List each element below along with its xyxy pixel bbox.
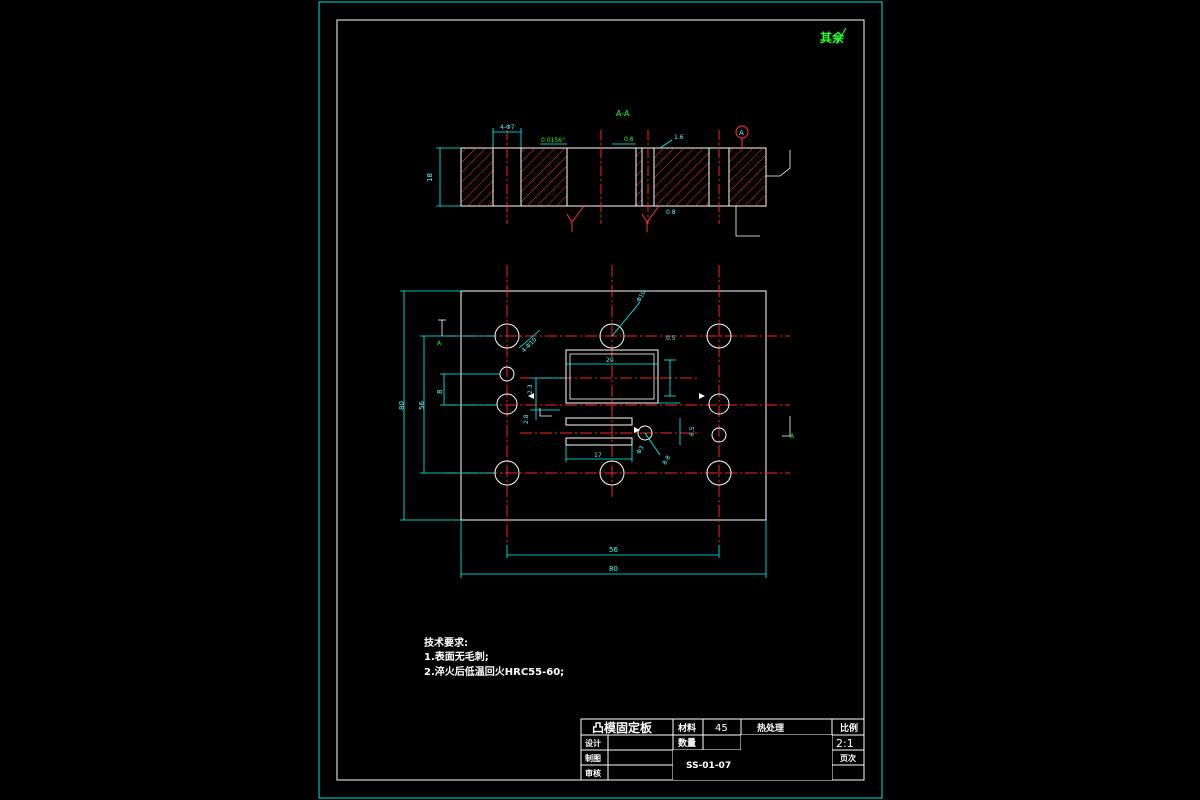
drawing-number: SS-01-07 (686, 761, 731, 771)
dim-v1: 2.3 (527, 384, 534, 394)
section-label: A-A (616, 109, 630, 118)
dim-v2: 2.8 (523, 414, 530, 424)
note-3: 0.5 (666, 335, 676, 342)
tech-title: 技术要求: (424, 636, 468, 649)
hatch-region-2 (521, 148, 567, 206)
roughness-value: 0.8 (666, 209, 676, 216)
dim-hole-offset: 8 (436, 390, 444, 394)
designer-label: 设计 (585, 738, 601, 748)
svg-text:A: A (739, 129, 744, 137)
sheet-label: 页次 (840, 753, 856, 763)
scale-label: 比例 (840, 722, 858, 734)
dim-slot-len: 17 (594, 452, 602, 459)
dim-inner-height: 56 (418, 401, 426, 410)
dim-rect-width: 20 (606, 357, 614, 364)
tech-item-2: 2.淬火后低温回火HRC55-60; (424, 665, 564, 678)
quantity-label: 数量 (678, 737, 696, 749)
hatch-region-3 (636, 148, 642, 206)
hatch-region-4 (654, 148, 709, 206)
dim-outer-height: 80 (398, 401, 406, 410)
reviewer-label: 审核 (585, 768, 601, 778)
material-label: 材料 (677, 722, 696, 734)
tech-item-1: 1.表面无毛刺; (424, 650, 489, 663)
cad-drawing: 其余 A-A 18 4-Φ7 0.0156° 0.6 1.6 A 0.8 80 … (0, 0, 1200, 800)
dim-top-mid: 0.6 (624, 136, 634, 143)
heat-treatment-label: 热处理 (757, 722, 784, 734)
drafter-label: 制图 (585, 753, 601, 763)
dim-height: 18 (426, 173, 434, 182)
part-name: 凸模固定板 (592, 720, 653, 735)
dim-hole-spacing: 56 (609, 546, 618, 554)
dim-outer-width: 80 (609, 565, 618, 573)
dim-top-small: 1.6 (674, 134, 684, 141)
dim-v3: 6.5 (689, 426, 696, 436)
scale-value: 2:1 (836, 737, 854, 750)
hatch-region-1 (461, 148, 493, 206)
dim-top-fit: 0.0156° (541, 137, 565, 144)
material-value: 45 (715, 723, 728, 734)
hatch-region-5 (729, 148, 766, 206)
dim-top-left: 4-Φ7 (500, 124, 515, 131)
